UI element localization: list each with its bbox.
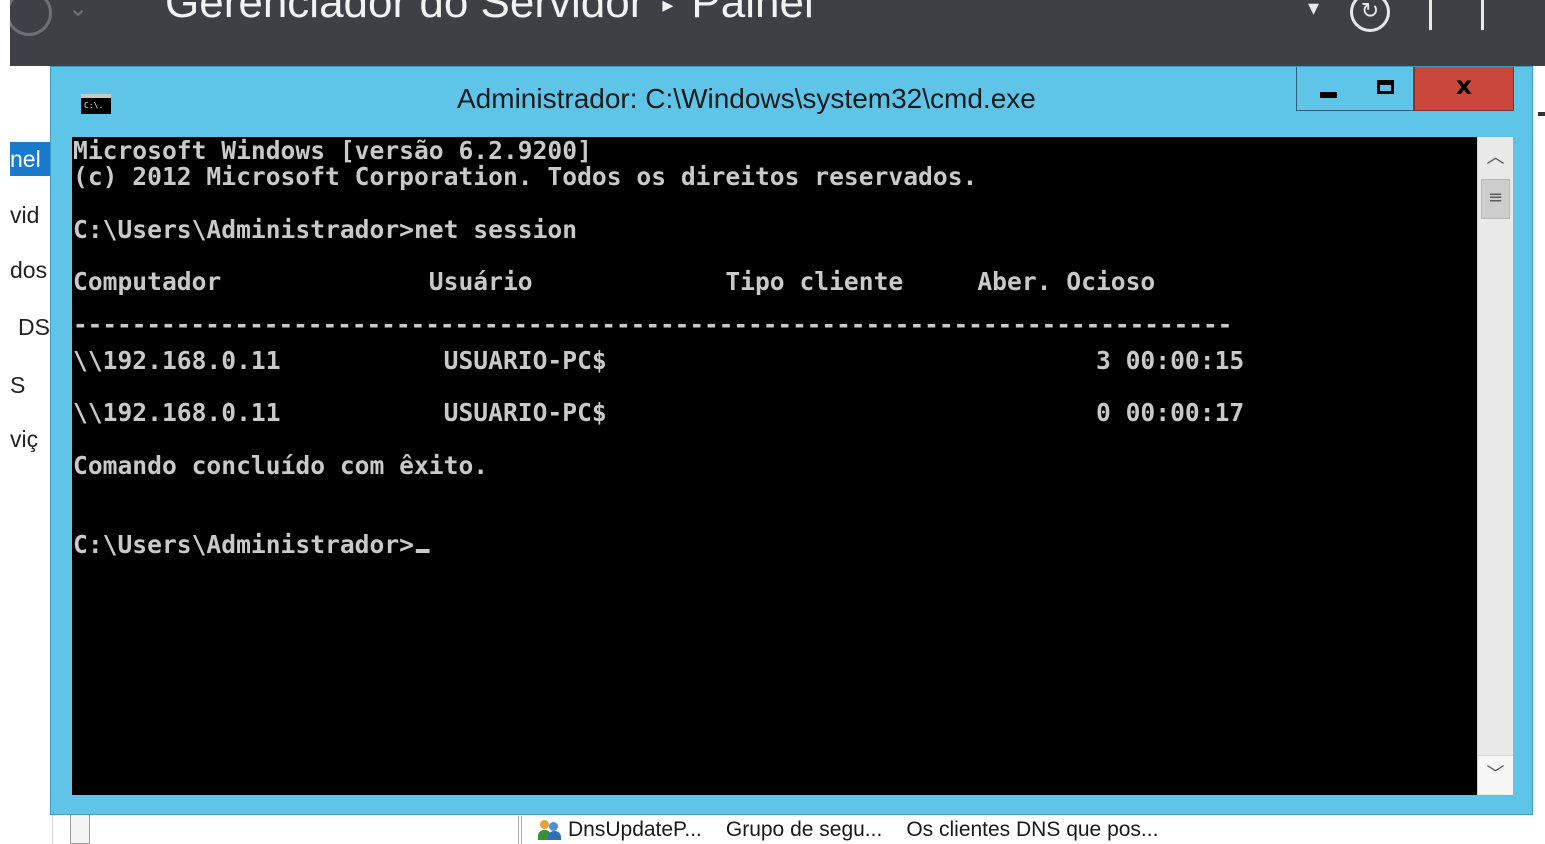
- row-type: Grupo de segu...: [725, 818, 883, 841]
- scroll-up-arrow-icon[interactable]: ︿: [1478, 139, 1513, 177]
- minimize-icon: [1320, 92, 1337, 98]
- sidebar-item-painel[interactable]: nel: [10, 142, 52, 176]
- back-dropdown-chevron-icon[interactable]: ⌄: [68, 0, 88, 22]
- breadcrumb: Gerenciador do Servidor ▸ Painel: [165, 0, 814, 28]
- background-panel-mark: [1538, 112, 1545, 116]
- close-button[interactable]: x: [1414, 67, 1514, 111]
- window-title: Administrador: C:\Windows\system32\cmd.e…: [457, 83, 1036, 114]
- row-name: DnsUpdateP...: [568, 818, 702, 841]
- console-line: Comando concluído com êxito.: [73, 451, 489, 480]
- sidebar-item-servidor-local[interactable]: vid: [10, 198, 39, 232]
- minimize-button[interactable]: [1296, 67, 1358, 111]
- refresh-icon[interactable]: ↻: [1350, 0, 1390, 32]
- server-manager-header: ⌄ Gerenciador do Servidor ▸ Painel ▾ ↻: [10, 0, 1545, 66]
- back-arrow-icon[interactable]: [10, 0, 52, 36]
- console-prompt: C:\Users\Administrador>: [73, 530, 414, 559]
- console-separator: ----------------------------------------…: [73, 310, 1233, 339]
- history-dropdown-icon[interactable]: ▾: [1308, 0, 1319, 21]
- vertical-scrollbar[interactable]: ︿ ≡ ﹀: [1477, 137, 1513, 795]
- breadcrumb-separator-icon: ▸: [662, 0, 674, 18]
- console-output[interactable]: Microsoft Windows [versão 6.2.9200] (c) …: [72, 137, 1477, 795]
- cmd-icon[interactable]: C:\.: [81, 94, 111, 114]
- text-cursor: [415, 549, 430, 553]
- cmd-window: C:\. Administrador: C:\Windows\system32\…: [50, 66, 1533, 815]
- sidebar-item-servicos[interactable]: viç: [10, 422, 38, 456]
- close-icon: x: [1455, 71, 1473, 100]
- sidebar-item-ad-ds[interactable]: DS: [18, 310, 50, 344]
- console-line: \\192.168.0.11 USUARIO-PC$ 3 00:00:15: [73, 346, 1245, 375]
- server-manager-sidebar: nel vid dos DS S viç: [10, 66, 53, 844]
- console-prompt-line: C:\Users\Administrador>: [73, 532, 430, 558]
- table-row[interactable]: DnsUpdateP... Grupo de segu... Os client…: [538, 816, 1182, 844]
- separator: [1429, 0, 1432, 30]
- console-line: \\192.168.0.11 USUARIO-PC$ 0 00:00:17: [73, 398, 1245, 427]
- maximize-icon: [1377, 80, 1394, 94]
- separator: [1481, 0, 1484, 30]
- maximize-button[interactable]: [1357, 67, 1414, 111]
- console-line: Microsoft Windows [versão 6.2.9200]: [73, 137, 592, 165]
- sidebar-item-todos-servidores[interactable]: dos: [10, 253, 47, 287]
- row-description: Os clientes DNS que pos...: [906, 818, 1159, 841]
- console-line: (c) 2012 Microsoft Corporation. Todos os…: [73, 162, 978, 191]
- column-divider[interactable]: [518, 816, 522, 844]
- sidebar-item-dns[interactable]: S: [10, 368, 25, 402]
- background-scrollbar[interactable]: [70, 812, 90, 844]
- breadcrumb-root[interactable]: Gerenciador do Servidor: [165, 0, 644, 27]
- console-line: Computador Usuário Tipo cliente Aber. Oc…: [73, 267, 1156, 296]
- console-line: C:\Users\Administrador>net session: [73, 215, 578, 244]
- scroll-down-arrow-icon[interactable]: ﹀: [1478, 755, 1513, 794]
- scroll-thumb[interactable]: ≡: [1481, 179, 1510, 219]
- breadcrumb-current[interactable]: Painel: [691, 0, 813, 27]
- group-icon: [538, 818, 562, 842]
- background-panel-edge: [1533, 66, 1545, 844]
